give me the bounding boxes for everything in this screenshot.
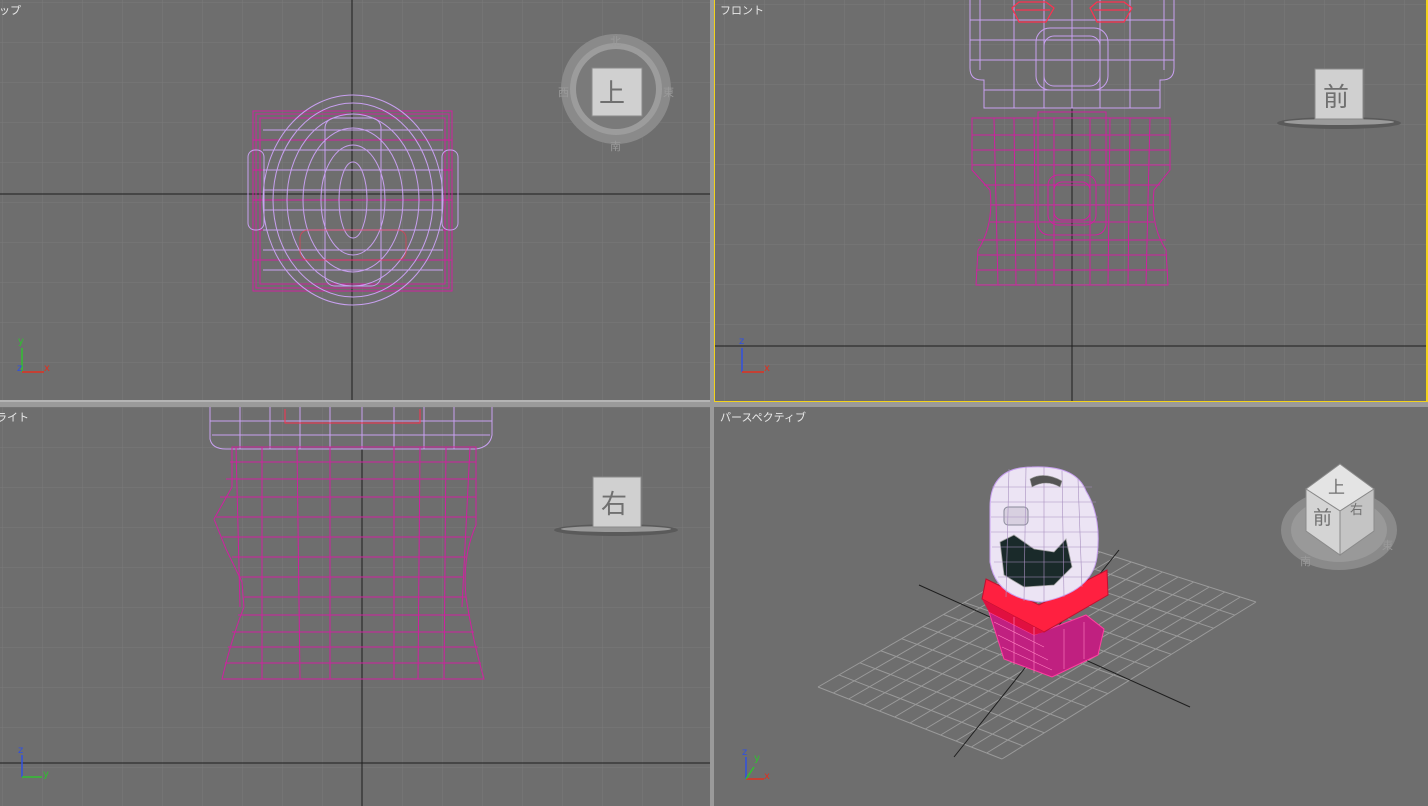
viewport-label-top[interactable]: トップ — [0, 2, 21, 18]
viewport-top[interactable]: トップ 上 北 南 東 西 y z x — [0, 0, 710, 400]
axis-label-z: z — [739, 336, 745, 347]
viewcube-face-right[interactable]: 右 — [601, 484, 627, 521]
front-view-canvas[interactable] — [714, 0, 1428, 402]
axis-label-z: z — [742, 747, 748, 758]
compass-east: 東 — [663, 86, 674, 99]
viewport-front[interactable]: フロント 前 z x — [714, 0, 1428, 402]
right-view-canvas[interactable] — [0, 407, 710, 806]
viewcube-face-perspective-top[interactable]: 上 — [1328, 473, 1345, 498]
axis-label-z: z — [18, 745, 24, 756]
viewport-divider-horizontal[interactable] — [0, 402, 1428, 407]
compass-south: 南 — [610, 140, 621, 153]
axis-label-x: x — [764, 771, 770, 782]
axis-label-x: x — [44, 363, 50, 374]
compass-west: 西 — [558, 86, 569, 99]
top-view-canvas[interactable] — [0, 0, 710, 400]
viewcube-face-front[interactable]: 前 — [1323, 77, 1349, 114]
axis-label-y: y — [43, 769, 49, 780]
viewport-label-front[interactable]: フロント — [720, 2, 764, 18]
axis-label-x: x — [764, 363, 770, 374]
compass-east: 東 — [1382, 539, 1393, 552]
viewport-right[interactable]: ライト 右 z y — [0, 407, 710, 806]
viewcube-face-perspective-front[interactable]: 前 — [1313, 503, 1332, 530]
viewport-perspective[interactable]: パースペクティブ 上 前 右 南 東 z y x — [714, 407, 1428, 806]
viewport-label-right[interactable]: ライト — [0, 409, 29, 425]
viewcube-face-top[interactable]: 上 — [599, 73, 625, 110]
axis-label-y: y — [18, 336, 24, 347]
viewport-label-perspective[interactable]: パースペクティブ — [720, 409, 806, 425]
head-object-perspective — [989, 466, 1099, 603]
axis-label-z: z — [17, 363, 23, 374]
perspective-view-canvas[interactable] — [714, 407, 1428, 806]
axis-label-y: y — [754, 753, 760, 764]
compass-south: 南 — [1300, 555, 1311, 568]
viewcube-face-perspective-right[interactable]: 右 — [1350, 499, 1363, 518]
compass-north: 北 — [610, 35, 621, 48]
